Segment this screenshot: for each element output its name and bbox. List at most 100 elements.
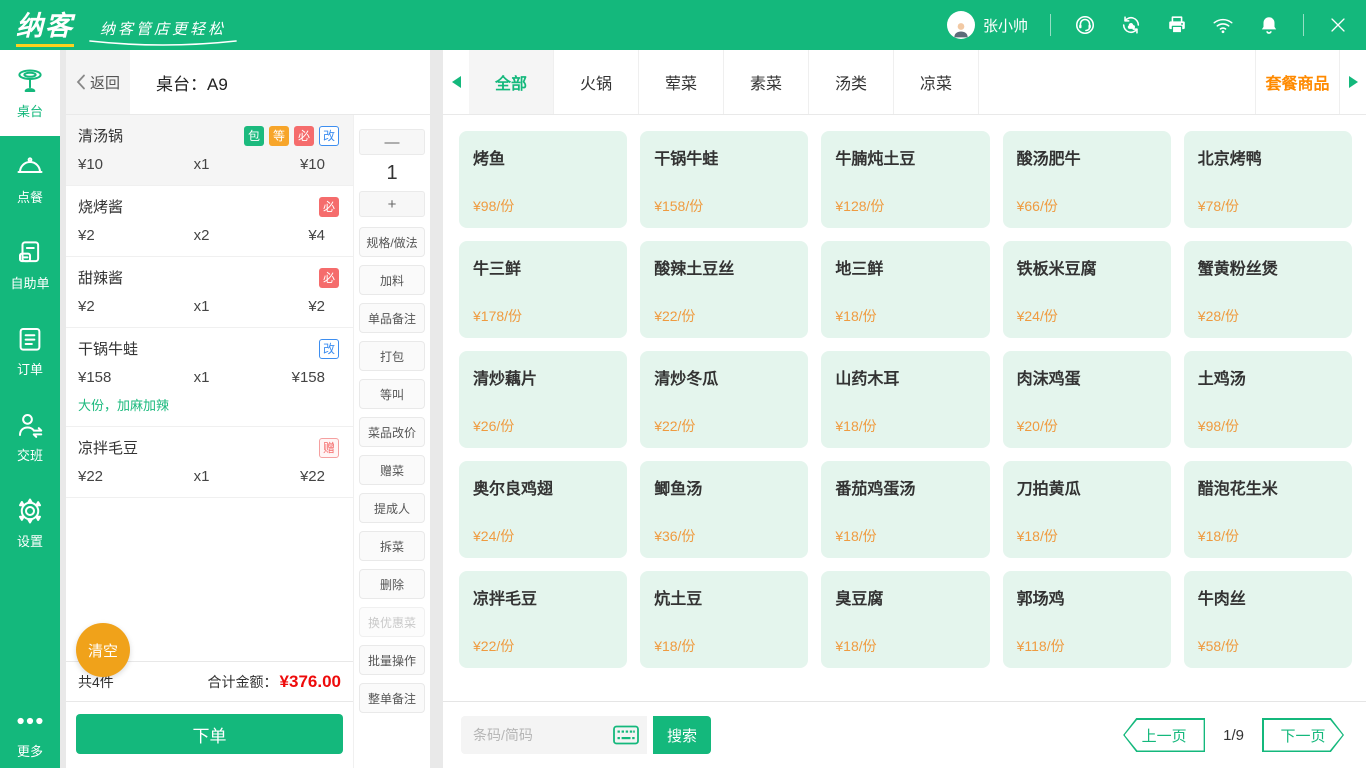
tabs-scroll-right-button[interactable] — [1340, 50, 1366, 114]
barcode-search-input[interactable] — [473, 727, 613, 743]
dish-name: 奥尔良鸡翅 — [473, 481, 554, 498]
clear-order-button[interactable]: 清空 — [76, 623, 130, 677]
search-button[interactable]: 搜索 — [653, 716, 711, 754]
dish-card[interactable]: 清炒冬瓜 ¥22/份 — [640, 351, 809, 448]
dish-card[interactable]: 北京烤鸭 ¥78/份 — [1183, 131, 1352, 228]
tab-vegetable[interactable]: 素菜 — [724, 50, 809, 114]
dish-price: ¥24/份 — [473, 528, 515, 544]
sidebar-item-shift[interactable]: 交班 — [0, 394, 60, 480]
dish-card[interactable]: 凉拌毛豆 ¥22/份 — [459, 571, 628, 668]
sidebar-item-label: 设置 — [16, 534, 43, 549]
tab-combo-products[interactable]: 套餐商品 — [1255, 50, 1340, 114]
dish-card[interactable]: 干锅牛蛙 ¥158/份 — [640, 131, 809, 228]
dish-card[interactable]: 蟹黄粉丝煲 ¥28/份 — [1183, 241, 1352, 338]
action-takeaway-button[interactable]: 打包 — [359, 341, 425, 371]
next-page-button[interactable]: 下一页 — [1262, 718, 1344, 752]
dish-card[interactable]: 铁板米豆腐 ¥24/份 — [1002, 241, 1171, 338]
tab-hotpot[interactable]: 火锅 — [554, 50, 639, 114]
qty-value[interactable]: 1 — [359, 155, 425, 191]
action-batch-operation-button[interactable]: 批量操作 — [359, 645, 425, 675]
dish-card[interactable]: 烤鱼 ¥98/份 — [459, 131, 628, 228]
prev-page-button[interactable]: 上一页 — [1123, 718, 1206, 752]
brand-slogan: 纳客管店更轻松 — [88, 18, 238, 47]
tab-label: 套餐商品 — [1265, 76, 1330, 93]
order-item[interactable]: 干锅牛蛙 改 ¥158 x1 ¥158 大份，加麻加辣 — [66, 328, 353, 427]
dish-card[interactable]: 清炒藕片 ¥26/份 — [459, 351, 628, 448]
order-item-name: 凉拌毛豆 — [78, 440, 139, 457]
bottom-bar: 搜索 上一页 1/9 下一页 — [443, 702, 1366, 768]
dish-card[interactable]: 牛腩炖土豆 ¥128/份 — [821, 131, 990, 228]
dish-card[interactable]: 酸辣土豆丝 ¥22/份 — [640, 241, 809, 338]
action-change-price-button[interactable]: 菜品改价 — [359, 417, 425, 447]
avatar — [946, 11, 975, 39]
sidebar-item-tables[interactable]: 桌台 — [0, 50, 60, 136]
sidebar-item-order-food[interactable]: 点餐 — [0, 136, 60, 222]
dish-card[interactable]: 番茄鸡蛋汤 ¥18/份 — [821, 461, 990, 558]
dish-name: 醋泡花生米 — [1197, 481, 1278, 498]
dish-card[interactable]: 牛三鲜 ¥178/份 — [459, 241, 628, 338]
sidebar-item-self-order[interactable]: 自助单 — [0, 222, 60, 308]
order-item[interactable]: 甜辣酱 必 ¥2 x1 ¥2 — [66, 257, 353, 328]
dish-card[interactable]: 山药木耳 ¥18/份 — [821, 351, 990, 448]
submit-order-button[interactable]: 下单 — [76, 714, 343, 754]
bell-icon[interactable] — [1257, 13, 1281, 37]
tabbar-spacer — [979, 50, 1255, 114]
dish-card[interactable]: 酸汤肥牛 ¥66/份 — [1002, 131, 1171, 228]
printer-icon[interactable] — [1165, 13, 1189, 37]
badge-required: 必 — [294, 125, 314, 146]
action-gift-dish-button[interactable]: 赠菜 — [359, 455, 425, 485]
dish-card[interactable]: 刀拍黄瓜 ¥18/份 — [1002, 461, 1171, 558]
action-commission-button[interactable]: 提成人 — [359, 493, 425, 523]
back-button[interactable]: 返回 — [66, 50, 130, 114]
sidebar-item-more[interactable]: 更多 — [0, 698, 60, 768]
user-account[interactable]: 张小帅 — [946, 11, 1028, 39]
sidebar-item-settings[interactable]: 设置 — [0, 480, 60, 566]
action-split-dish-button[interactable]: 拆菜 — [359, 531, 425, 561]
action-spec-method-button[interactable]: 规格/做法 — [359, 227, 425, 257]
dish-name: 牛腩炖土豆 — [835, 151, 916, 168]
qty-minus-button[interactable]: — — [359, 129, 425, 155]
action-wait-call-button[interactable]: 等叫 — [359, 379, 425, 409]
support-headset-icon[interactable] — [1073, 13, 1097, 37]
order-item[interactable]: 清汤锅 包 等 必 改 ¥10 x1 ¥10 — [66, 115, 353, 186]
cloud-sync-icon[interactable] — [1119, 13, 1143, 37]
action-swap-discount-dish-button[interactable]: 换优惠菜 — [359, 607, 425, 637]
table-icon — [18, 69, 42, 92]
search-group: 搜索 — [461, 716, 711, 754]
dish-card[interactable]: 鲫鱼汤 ¥36/份 — [640, 461, 809, 558]
order-item-price: ¥22 — [78, 468, 104, 485]
dish-card[interactable]: 醋泡花生米 ¥18/份 — [1183, 461, 1352, 558]
action-delete-button[interactable]: 删除 — [359, 569, 425, 599]
sidebar-item-orders[interactable]: 订单 — [0, 308, 60, 394]
dish-price: ¥178/份 — [473, 308, 523, 324]
qty-plus-button[interactable]: + — [359, 191, 425, 217]
close-icon[interactable] — [1326, 13, 1350, 37]
order-item-qty: x1 — [193, 156, 210, 173]
dish-card[interactable]: 郭场鸡 ¥118/份 — [1002, 571, 1171, 668]
dish-name: 酸辣土豆丝 — [654, 261, 735, 278]
dish-card[interactable]: 土鸡汤 ¥98/份 — [1183, 351, 1352, 448]
tab-all[interactable]: 全部 — [469, 50, 554, 114]
order-item[interactable]: 烧烤酱 必 ¥2 x2 ¥4 — [66, 186, 353, 257]
dish-name: 土鸡汤 — [1197, 371, 1246, 388]
keyboard-icon[interactable] — [613, 725, 639, 745]
order-item[interactable]: 凉拌毛豆 赠 ¥22 x1 ¥22 — [66, 427, 353, 498]
dish-card[interactable]: 肉沫鸡蛋 ¥20/份 — [1002, 351, 1171, 448]
dish-card[interactable]: 牛肉丝 ¥58/份 — [1183, 571, 1352, 668]
action-add-ingredient-button[interactable]: 加料 — [359, 265, 425, 295]
dish-price: ¥98/份 — [473, 198, 515, 214]
dish-card[interactable]: 臭豆腐 ¥18/份 — [821, 571, 990, 668]
tab-label: 汤类 — [834, 76, 867, 93]
tabs-scroll-left-button[interactable] — [443, 50, 469, 114]
dish-card[interactable]: 奥尔良鸡翅 ¥24/份 — [459, 461, 628, 558]
dish-card[interactable]: 地三鲜 ¥18/份 — [821, 241, 990, 338]
tab-soup[interactable]: 汤类 — [809, 50, 894, 114]
dish-card[interactable]: 炕土豆 ¥18/份 — [640, 571, 809, 668]
order-item-amount: ¥2 — [308, 298, 325, 315]
action-whole-order-remark-button[interactable]: 整单备注 — [359, 683, 425, 713]
action-item-remark-button[interactable]: 单品备注 — [359, 303, 425, 333]
wifi-icon[interactable] — [1211, 13, 1235, 37]
tab-cold[interactable]: 凉菜 — [894, 50, 979, 114]
tab-meat[interactable]: 荤菜 — [639, 50, 724, 114]
dish-name: 清炒冬瓜 — [654, 371, 719, 388]
